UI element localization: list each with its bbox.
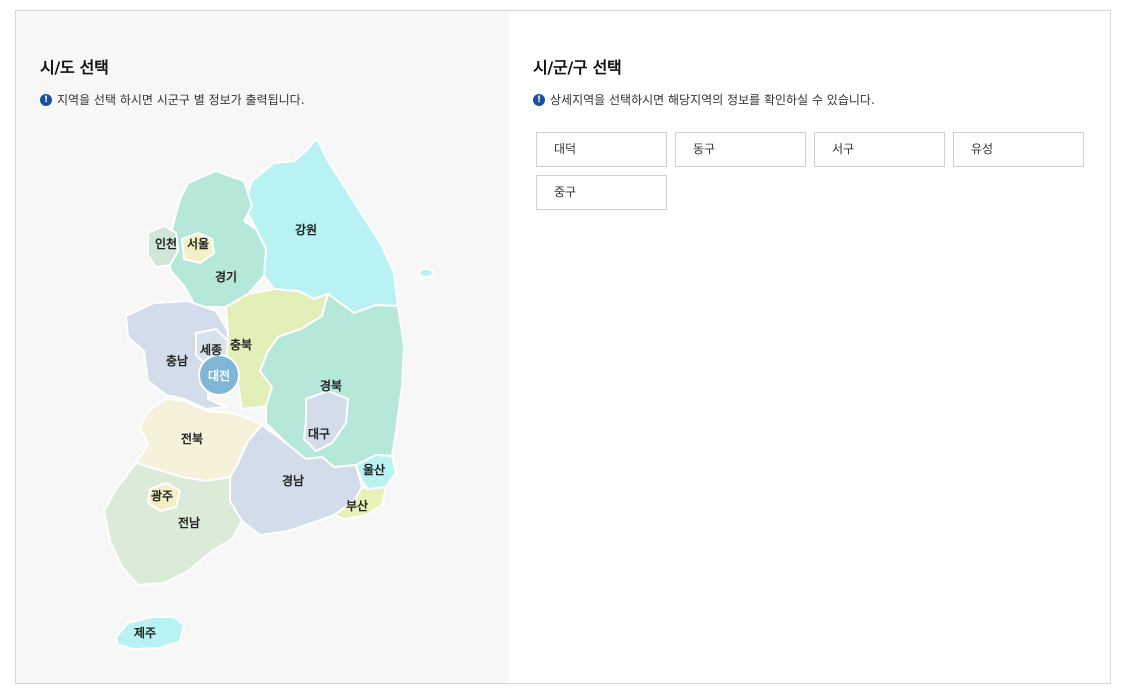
region-ulleung[interactable] (418, 268, 434, 278)
district-panel: 시/군/구 선택 ! 상세지역을 선택하시면 해당지역의 정보를 확인하실 수 … (509, 11, 1110, 683)
district-button-daedeok[interactable]: 대덕 (536, 132, 667, 167)
district-title: 시/군/구 선택 (533, 58, 622, 77)
region-incheon[interactable] (147, 224, 180, 269)
region-jeju[interactable] (114, 616, 186, 651)
district-button-yuseong[interactable]: 유성 (953, 132, 1084, 167)
region-selector-panel: 시/도 선택 ! 지역을 선택 하시면 시군구 별 정보가 출력됩니다. 인천 … (15, 10, 1111, 684)
region-gangwon[interactable] (242, 137, 400, 315)
province-panel: 시/도 선택 ! 지역을 선택 하시면 시군구 별 정보가 출력됩니다. 인천 … (16, 11, 509, 683)
district-info-text: 상세지역을 선택하시면 해당지역의 정보를 확인하실 수 있습니다. (550, 93, 875, 107)
district-button-jung-gu[interactable]: 중구 (536, 175, 667, 210)
district-button-seo-gu[interactable]: 서구 (814, 132, 945, 167)
korea-map: 인천 서울 경기 강원 충북 세종 충남 대전 경북 대구 전북 울산 경남 부… (102, 137, 434, 651)
region-jeonnam[interactable] (102, 461, 244, 587)
region-daejeon[interactable] (198, 354, 240, 396)
exclamation-icon: ! (533, 93, 545, 106)
region-gwangju[interactable] (146, 481, 182, 513)
district-button-dong-gu[interactable]: 동구 (675, 132, 806, 167)
district-info: ! 상세지역을 선택하시면 해당지역의 정보를 확인하실 수 있습니다. (533, 91, 875, 108)
